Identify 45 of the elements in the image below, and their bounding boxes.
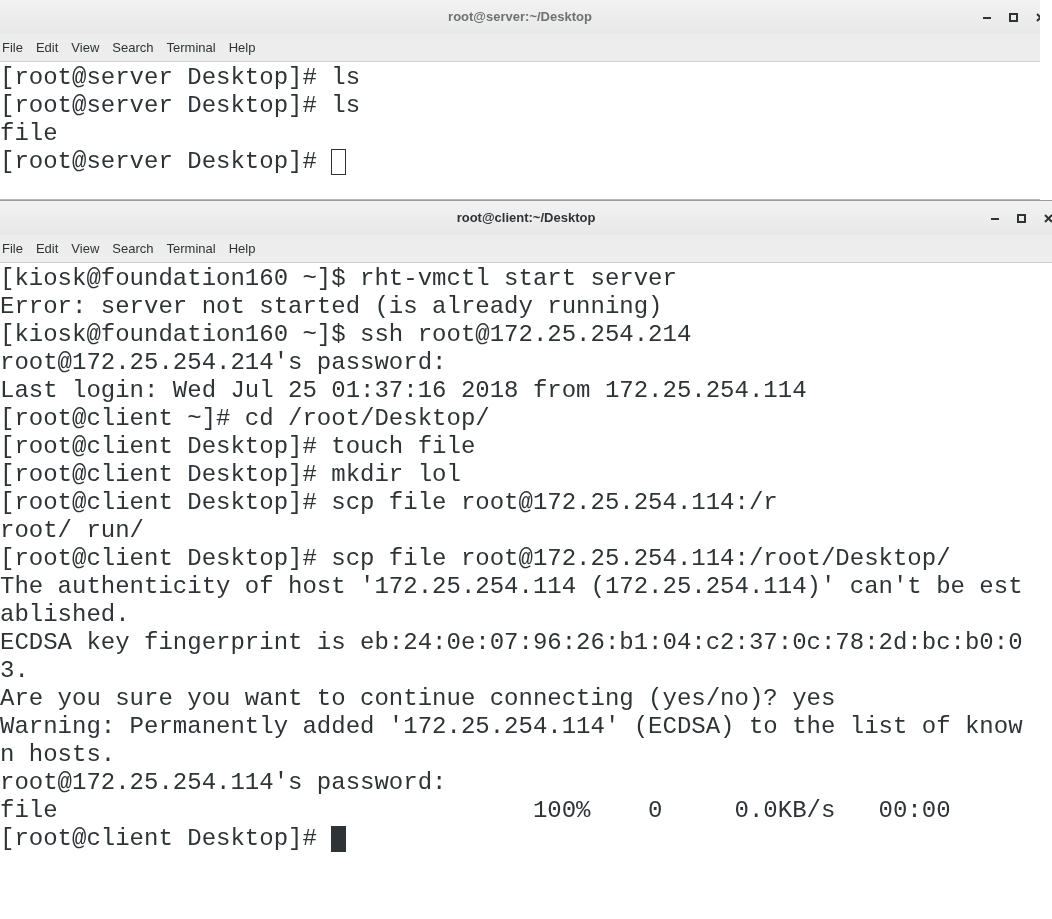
terminal-line: root@172.25.254.214's password: [0,349,447,377]
terminal-line: [root@client Desktop]# scp file root@172.25.254.114:/r [0,489,778,517]
terminal-line: file 100% 0 0.0KB/s 00:00 [0,797,951,825]
menu-item[interactable]: File [2,238,23,259]
menu-item[interactable]: Edit [35,238,59,259]
terminal-line: Are you sure you want to continue connecting (yes/no)? yes [0,685,836,713]
terminal-line: [root@client Desktop]# scp file root@172.25.254.114:/root/Desktop/ [0,545,951,573]
minimize-icon[interactable] [991,216,999,220]
maximize-icon[interactable] [1009,12,1018,22]
terminal-line: root@172.25.254.114's password: [0,769,447,797]
menu-item[interactable]: View [71,238,100,259]
terminal-line: Last login: Wed Jul 25 01:37:16 2018 from 172.25.254.114 [0,377,807,405]
minimize-icon[interactable] [983,15,991,19]
terminal-line: root/ run/ [0,517,145,545]
menu-item[interactable]: Terminal [166,238,216,259]
menu-item[interactable]: Terminal [166,37,216,58]
terminal-line: Warning: Permanently added '172.25.254.114' (ECDSA) to the list of know [0,713,1023,741]
close-icon[interactable] [1036,12,1040,22]
menu-item[interactable]: File [2,37,23,58]
terminal-line: [root@server Desktop]# ls [0,92,361,120]
terminal-line: ECDSA key fingerprint is eb:24:0e:07:96:26:b1:04:c2:37:0c:78:2d:bc:b0:0 [0,629,1023,657]
menu-item[interactable]: Help [228,37,256,58]
menu-item[interactable]: Search [112,37,154,58]
terminal-line: 3. [0,657,29,685]
terminal-line: The authenticity of host '172.25.254.114 (172.25.254.114)' can't be est [0,573,1023,601]
window-title: root@client:~/Desktop [456,209,596,228]
menu-item[interactable]: Edit [35,37,59,58]
terminal-line: [root@client ~]# cd /root/Desktop/ [0,405,490,433]
terminal-line: [root@client Desktop]# [0,825,318,853]
terminal-line: [root@client Desktop]# mkdir lol [0,461,461,489]
terminal-line: [kiosk@foundation160 ~]$ rht-vmctl start server [0,265,677,293]
terminal-line: ablished. [0,601,130,629]
menu-item[interactable]: Search [112,238,154,259]
terminal-line: [root@server Desktop]# [0,148,318,176]
menu-item[interactable]: Help [228,238,256,259]
terminal-line: [root@server Desktop]# ls [0,64,361,92]
terminal-line: [kiosk@foundation160 ~]$ ssh root@172.25.254.214 [0,321,692,349]
terminal-line: n hosts. [0,741,116,769]
close-icon[interactable] [1044,213,1052,223]
terminal-line: Error: server not started (is already running) [0,293,663,321]
terminal-line: file [0,120,58,148]
window-title: root@server:~/Desktop [448,8,592,27]
maximize-icon[interactable] [1017,213,1026,223]
menu-item[interactable]: View [71,37,100,58]
terminal-line: [root@client Desktop]# touch file [0,433,476,461]
